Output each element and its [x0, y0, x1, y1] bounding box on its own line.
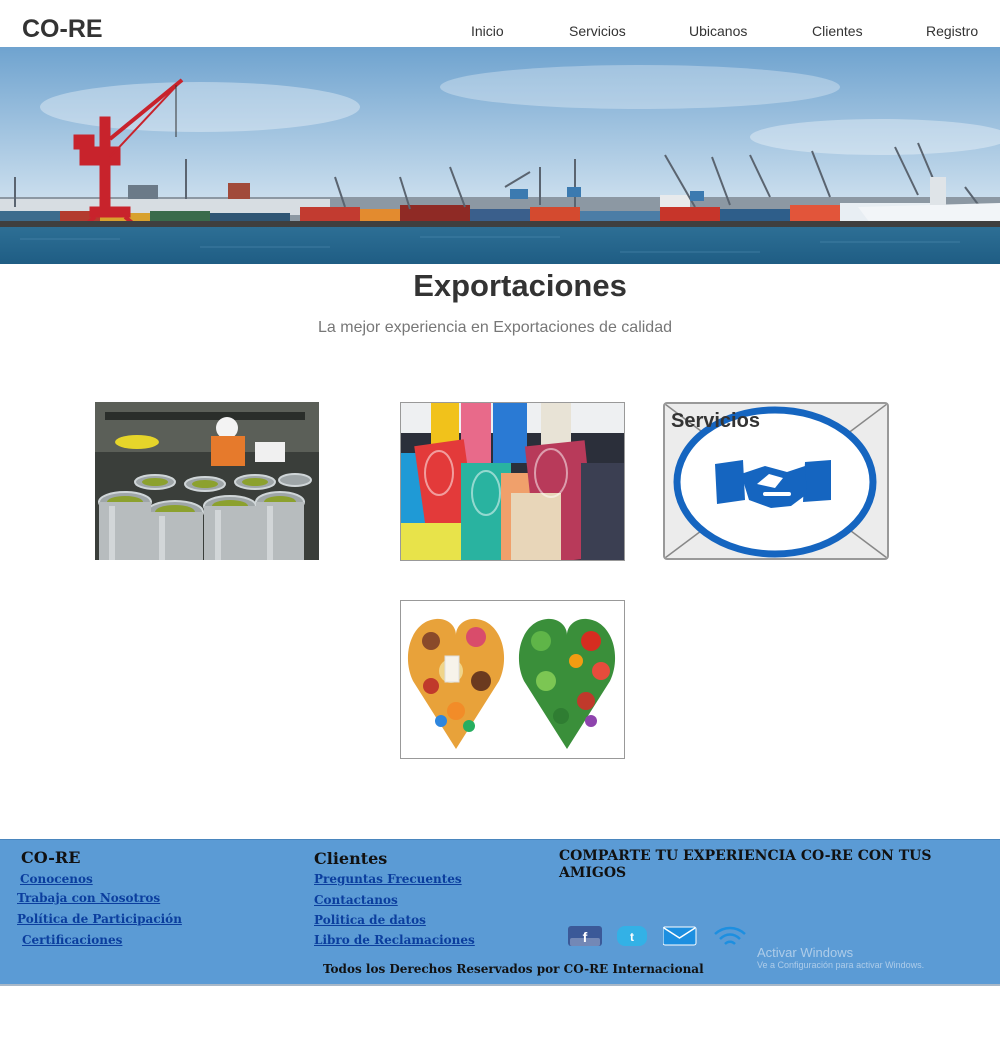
footer-link-preguntas[interactable]: Preguntas Frecuentes	[314, 872, 462, 886]
svg-text:t: t	[630, 930, 634, 944]
footer-link-conocenos[interactable]: Conocenos	[20, 872, 93, 886]
footer-link-contactanos[interactable]: Contactanos	[314, 893, 398, 907]
card-services[interactable]: Servicios	[663, 402, 889, 560]
card-food-hearts[interactable]	[400, 600, 625, 759]
footer-link-politica-datos[interactable]: Politica de datos	[314, 913, 426, 927]
nav-servicios[interactable]: Servicios	[569, 23, 626, 39]
page-title: Exportaciones	[413, 268, 627, 303]
food-hearts-image	[401, 601, 624, 758]
port-banner-image	[0, 47, 1000, 264]
footer-link-trabaja[interactable]: Trabaja con Nosotros	[17, 891, 160, 905]
food-factory-image	[95, 402, 319, 560]
wifi-icon[interactable]	[712, 924, 748, 950]
card-textiles[interactable]	[400, 402, 625, 561]
fabric-rolls-image	[401, 403, 624, 560]
brand-logo[interactable]: CO-RE	[22, 15, 103, 44]
nav-ubicanos[interactable]: Ubicanos	[689, 23, 747, 39]
twitter-icon[interactable]: t	[617, 926, 647, 948]
services-card-label: Servicios	[671, 410, 760, 432]
site-footer: CO-RE Conocenos Trabaja con Nosotros Pol…	[0, 839, 1000, 986]
facebook-icon[interactable]: f	[568, 926, 602, 948]
watermark-subtitle: Ve a Configuración para activar Windows.	[757, 960, 925, 970]
svg-text:f: f	[583, 929, 588, 945]
footer-col2-title: Clientes	[314, 849, 388, 868]
top-navbar: CO-RE Inicio Servicios Ubicanos Clientes…	[0, 0, 1000, 47]
windows-activation-watermark: Activar Windows Ve a Configuración para …	[757, 945, 925, 971]
nav-inicio[interactable]: Inicio	[471, 23, 504, 39]
email-icon[interactable]	[663, 926, 697, 948]
footer-link-politica-participacion[interactable]: Política de Participación	[17, 912, 182, 926]
footer-copyright: Todos los Derechos Reservados por CO-RE …	[323, 962, 704, 976]
page-subtitle: La mejor experiencia en Exportaciones de…	[318, 319, 672, 336]
footer-share-heading: COMPARTE TU EXPERIENCIA CO-RE CON TUS AM…	[559, 848, 932, 881]
footer-link-certificaciones[interactable]: Certificaciones	[22, 933, 122, 947]
nav-clientes[interactable]: Clientes	[812, 23, 863, 39]
footer-col1-title: CO-RE	[21, 848, 81, 867]
card-food-factory[interactable]	[95, 402, 319, 560]
watermark-title: Activar Windows	[757, 945, 854, 960]
nav-registro[interactable]: Registro	[926, 23, 978, 39]
footer-link-reclamaciones[interactable]: Libro de Reclamaciones	[314, 933, 475, 947]
